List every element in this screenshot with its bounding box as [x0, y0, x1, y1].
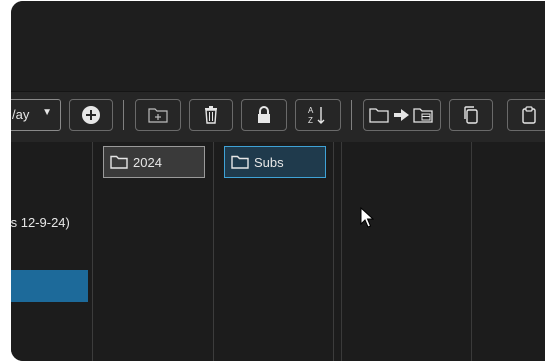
- column-divider: [213, 142, 214, 361]
- list-item-selected[interactable]: [11, 270, 88, 302]
- toolbar: /ay ▼ A Z: [11, 91, 545, 143]
- chevron-down-icon: ▼: [42, 107, 52, 118]
- lock-button[interactable]: [241, 99, 287, 131]
- mouse-pointer-icon: [360, 207, 374, 228]
- clipboard-icon: [522, 106, 536, 124]
- delete-button[interactable]: [189, 99, 233, 131]
- folder-icon: [231, 155, 249, 169]
- sort-az-icon: A Z: [308, 106, 325, 125]
- folder-icon: [110, 155, 128, 169]
- column-divider: [92, 142, 93, 361]
- toolbar-separator: [123, 100, 124, 130]
- move-to-folder-button[interactable]: [363, 99, 441, 131]
- move-to-folder-icon: [369, 108, 433, 123]
- folder-item-subs[interactable]: Subs: [224, 146, 326, 178]
- app-window: /ay ▼ A Z ts 12-9-24) 2024 Subs: [11, 1, 545, 361]
- toolbar-separator: [351, 100, 352, 130]
- view-mode-dropdown[interactable]: /ay ▼: [11, 99, 61, 131]
- copy-button[interactable]: [449, 99, 493, 131]
- paste-button[interactable]: [507, 99, 545, 131]
- svg-text:Z: Z: [308, 116, 313, 125]
- folder-label: 2024: [133, 154, 162, 170]
- trash-icon: [205, 106, 217, 124]
- list-item-label[interactable]: ts 12-9-24): [11, 215, 70, 230]
- svg-text:A: A: [308, 106, 314, 115]
- title-bar: [11, 1, 545, 91]
- lock-icon: [258, 106, 270, 123]
- column-divider: [333, 142, 334, 361]
- copy-icon: [464, 106, 478, 124]
- preview-panel: [341, 142, 472, 361]
- plus-circle-icon: [82, 106, 100, 124]
- folder-item-2024[interactable]: 2024: [103, 146, 205, 178]
- add-button[interactable]: [69, 99, 113, 131]
- sort-button[interactable]: A Z: [295, 99, 341, 131]
- new-folder-button[interactable]: [135, 99, 181, 131]
- folder-label: Subs: [254, 154, 284, 170]
- new-folder-icon: [148, 108, 168, 123]
- view-mode-value: /ay: [12, 107, 30, 122]
